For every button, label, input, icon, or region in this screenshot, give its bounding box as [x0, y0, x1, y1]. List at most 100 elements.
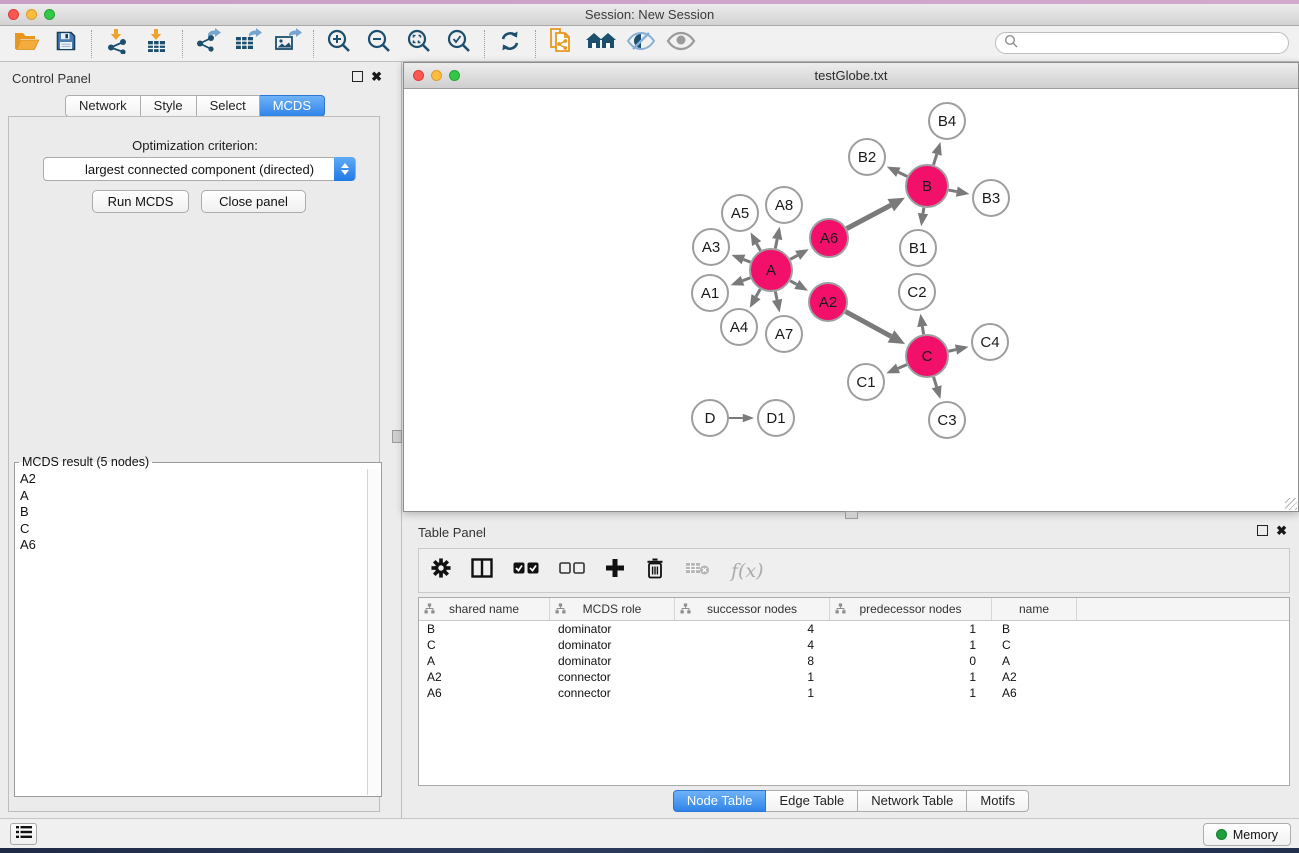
graph-node-A7[interactable]: A7 [766, 316, 802, 352]
table-cell[interactable]: dominator [550, 654, 675, 668]
graph-edge-A-A8[interactable] [772, 227, 782, 249]
graph-node-A5[interactable]: A5 [722, 195, 758, 231]
graph-node-A8[interactable]: A8 [766, 187, 802, 223]
graph-edge-A2-C[interactable] [846, 312, 905, 344]
table-cell[interactable]: C [992, 638, 1077, 652]
tab-edge-table[interactable]: Edge Table [766, 790, 858, 812]
mcds-result-item[interactable]: C [20, 521, 368, 538]
network-zoom-traffic-light[interactable] [449, 70, 460, 81]
mcds-result-item[interactable]: A2 [20, 471, 368, 488]
table-cell[interactable]: B [419, 622, 550, 636]
table-cell[interactable]: A2 [419, 670, 550, 684]
graph-edge-C-C4[interactable] [948, 344, 968, 354]
network-canvas[interactable]: B4B2BB3A5A8A6B1A3AA1C2A2A4A7C4CC1C3DD1 [404, 89, 1298, 511]
graph-node-B2[interactable]: B2 [849, 139, 885, 175]
graph-edge-D-D1[interactable] [729, 414, 754, 423]
graph-edge-B-B3[interactable] [949, 186, 970, 196]
table-cell[interactable]: B [992, 622, 1077, 636]
float-table-panel-icon[interactable] [1257, 525, 1268, 536]
graph-node-C[interactable]: C [906, 335, 948, 377]
create-column-button[interactable] [605, 556, 625, 586]
vertical-splitter-handle[interactable] [392, 430, 402, 443]
table-cell[interactable]: A [992, 654, 1077, 668]
tab-network-table[interactable]: Network Table [858, 790, 967, 812]
table-cell[interactable]: 1 [675, 670, 830, 684]
table-cell[interactable]: A6 [419, 686, 550, 700]
zoom-out-button[interactable] [359, 28, 399, 60]
table-settings-button[interactable] [431, 556, 451, 586]
table-row[interactable]: Adominator80A [419, 653, 1289, 669]
close-traffic-light[interactable] [8, 9, 19, 20]
graph-edge-A-A3[interactable] [732, 255, 751, 265]
network-minimize-traffic-light[interactable] [431, 70, 442, 81]
delete-table-button-disabled[interactable] [685, 556, 711, 586]
run-mcds-button[interactable]: Run MCDS [92, 190, 189, 213]
show-all-button[interactable] [661, 28, 701, 60]
tab-node-table[interactable]: Node Table [673, 790, 767, 812]
close-panel-button[interactable]: Close panel [201, 190, 306, 213]
graph-node-A1[interactable]: A1 [692, 275, 728, 311]
clone-network-file-button[interactable] [541, 28, 581, 60]
graph-edge-A-A6[interactable] [790, 249, 809, 260]
unselect-all-button[interactable] [559, 556, 585, 586]
table-cell[interactable]: dominator [550, 638, 675, 652]
graph-edge-A-A1[interactable] [731, 276, 751, 286]
table-row[interactable]: A6connector11A6 [419, 685, 1289, 701]
table-row[interactable]: Bdominator41B [419, 621, 1289, 637]
mcds-result-item[interactable]: A6 [20, 537, 368, 554]
table-cell[interactable]: 0 [830, 654, 992, 668]
function-builder-button-disabled[interactable]: f(x) [731, 556, 764, 586]
window-resize-grip[interactable] [1285, 498, 1297, 510]
close-table-panel-icon[interactable]: ✖ [1276, 525, 1287, 536]
zoom-fit-button[interactable] [399, 28, 439, 60]
delete-column-button[interactable] [645, 556, 665, 586]
graph-node-D[interactable]: D [692, 400, 728, 436]
table-cell[interactable]: 1 [830, 622, 992, 636]
column-header-name[interactable]: name [992, 598, 1077, 620]
column-header-shared-name[interactable]: shared name [419, 598, 550, 620]
graph-node-B[interactable]: B [906, 165, 948, 207]
graph-node-A[interactable]: A [750, 249, 792, 291]
mcds-result-item[interactable]: A [20, 488, 368, 505]
task-history-button[interactable] [10, 823, 37, 845]
graph-edge-C-C3[interactable] [932, 377, 942, 399]
graph-node-B1[interactable]: B1 [900, 230, 936, 266]
open-session-button[interactable] [6, 28, 46, 60]
tab-style[interactable]: Style [141, 95, 197, 117]
column-header-predecessor-nodes[interactable]: predecessor nodes [830, 598, 992, 620]
graph-node-A2[interactable]: A2 [809, 283, 847, 321]
table-cell[interactable]: 8 [675, 654, 830, 668]
float-panel-icon[interactable] [352, 71, 363, 82]
graph-node-C1[interactable]: C1 [848, 364, 884, 400]
table-cell[interactable]: A6 [992, 686, 1077, 700]
zoom-in-button[interactable] [319, 28, 359, 60]
graph-edge-A-A2[interactable] [790, 280, 808, 291]
graph-edge-C-C2[interactable] [917, 314, 927, 335]
graph-node-A4[interactable]: A4 [721, 309, 757, 345]
graph-edge-A-A4[interactable] [750, 289, 761, 308]
table-row[interactable]: Cdominator41C [419, 637, 1289, 653]
import-table-button[interactable] [137, 28, 177, 60]
graph-edge-B-B1[interactable] [918, 208, 928, 226]
tab-select[interactable]: Select [197, 95, 260, 117]
save-session-button[interactable] [46, 28, 86, 60]
column-header-MCDS-role[interactable]: MCDS role [550, 598, 675, 620]
show-columns-button[interactable] [471, 556, 493, 586]
minimize-traffic-light[interactable] [26, 9, 37, 20]
select-all-button[interactable] [513, 556, 539, 586]
hide-selected-button[interactable] [621, 28, 661, 60]
export-network-button[interactable] [188, 28, 228, 60]
table-cell[interactable]: A2 [992, 670, 1077, 684]
table-cell[interactable]: C [419, 638, 550, 652]
criterion-dropdown[interactable]: largest connected component (directed) [43, 157, 356, 181]
zoom-selected-button[interactable] [439, 28, 479, 60]
table-cell[interactable]: 1 [675, 686, 830, 700]
tab-network[interactable]: Network [65, 95, 141, 117]
network-close-traffic-light[interactable] [413, 70, 424, 81]
table-cell[interactable]: 1 [830, 670, 992, 684]
export-image-button[interactable] [268, 28, 308, 60]
graph-edge-A-A7[interactable] [772, 292, 782, 313]
table-cell[interactable]: 1 [830, 638, 992, 652]
table-cell[interactable]: 4 [675, 622, 830, 636]
refresh-layout-button[interactable] [490, 28, 530, 60]
